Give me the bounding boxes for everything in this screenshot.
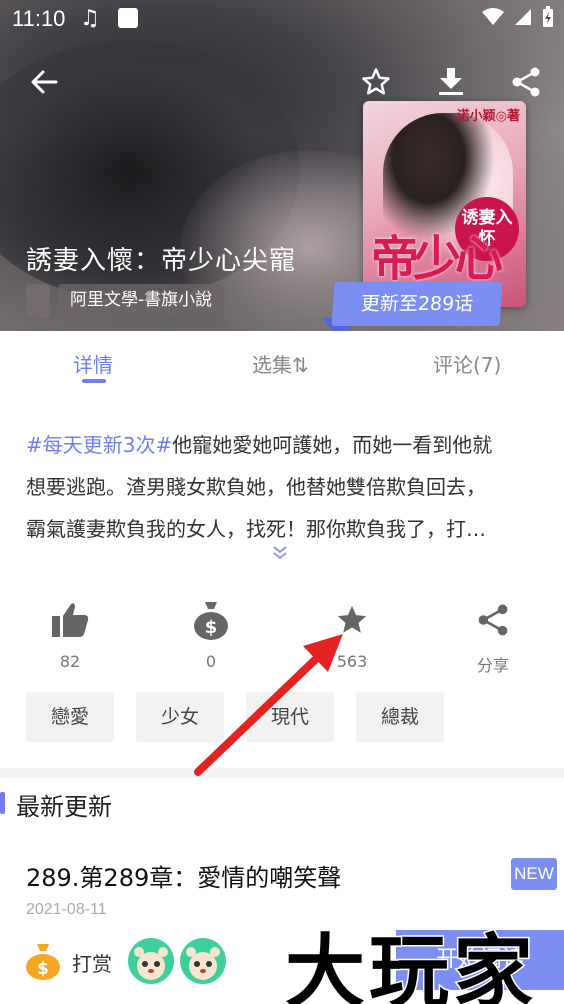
tab-details[interactable]: 详情 [73, 349, 113, 378]
wifi-icon [482, 8, 504, 30]
favorite-button[interactable] [354, 60, 398, 104]
source-icon [26, 284, 50, 317]
battery-icon [542, 6, 554, 32]
share-label: 分享 [476, 656, 509, 675]
avatar[interactable] [128, 938, 174, 984]
book-cover[interactable]: 诺小颖◎著 诱妻入怀 帝少心尖宠 [363, 101, 526, 307]
tag-item[interactable]: 總裁 [356, 692, 444, 742]
like-count: 82 [59, 652, 81, 671]
back-button[interactable] [22, 60, 66, 104]
share-button[interactable]: 分享 [443, 600, 543, 676]
tab-chapters[interactable]: 选集⇅ [252, 349, 309, 378]
thumbs-up-icon [20, 600, 120, 640]
favorite-count: 563 [336, 652, 368, 671]
tab-indicator [82, 379, 106, 383]
svg-text:$: $ [37, 959, 49, 979]
book-title: 誘妻入懷：帝少心尖寵 [26, 246, 297, 276]
music-icon: ♫ [80, 6, 100, 31]
reward-label[interactable]: 打赏 [72, 948, 112, 977]
chapter-date: 2021-08-11 [26, 901, 107, 918]
status-time: 11:10 [12, 6, 66, 31]
download-button[interactable] [429, 60, 473, 104]
share-button-top[interactable] [504, 60, 548, 104]
section-divider [0, 768, 564, 778]
tag-item[interactable]: 少女 [136, 692, 224, 742]
star-icon [302, 600, 402, 640]
arrow-left-icon [31, 70, 58, 94]
reward-stat-button[interactable]: $ 0 [161, 600, 261, 671]
share-icon [443, 600, 543, 640]
tag-item[interactable]: 戀愛 [26, 692, 114, 742]
genre-tags: 戀愛 少女 現代 總裁 [26, 692, 444, 742]
cover-author: 诺小颖◎著 [456, 109, 520, 124]
section-accent-bar [0, 792, 5, 814]
tab-comments[interactable]: 评论(7) [433, 349, 501, 378]
expand-chevron-icon[interactable] [272, 545, 288, 564]
watermark-logo: 大玩家 [284, 924, 537, 1004]
new-badge: NEW [511, 858, 557, 890]
notification-icon [118, 8, 138, 28]
avatar[interactable] [180, 938, 226, 984]
latest-chapter-link[interactable]: 289.第289章：愛情的嘲笑聲 [26, 858, 341, 893]
download-icon [439, 68, 463, 95]
section-title: 最新更新 [16, 793, 112, 821]
book-description: #每天更新3次#他寵她愛她呵護她，而她一看到他就 想要逃跑。渣男賤女欺負她，他替… [26, 433, 493, 541]
source-label[interactable]: 阿里文學-書旗小說 [58, 284, 225, 317]
collect-button[interactable]: 563 [302, 600, 402, 671]
share-icon [512, 67, 540, 97]
star-outline-icon [362, 68, 390, 95]
tag-item[interactable]: 現代 [246, 692, 334, 742]
like-button[interactable]: 82 [20, 600, 120, 671]
status-bar: 11:10 ♫ [0, 0, 564, 40]
svg-text:$: $ [205, 617, 218, 638]
money-bag-icon: $ [161, 600, 261, 640]
reward-count: 0 [205, 652, 217, 671]
stats-row: 82 $ 0 563 分享 [0, 600, 564, 680]
update-tag: 更新至289话 [331, 282, 503, 326]
hashtag-link[interactable]: #每天更新3次# [26, 433, 172, 457]
coin-bag-icon[interactable]: $ [24, 942, 62, 980]
signal-icon [514, 8, 532, 30]
